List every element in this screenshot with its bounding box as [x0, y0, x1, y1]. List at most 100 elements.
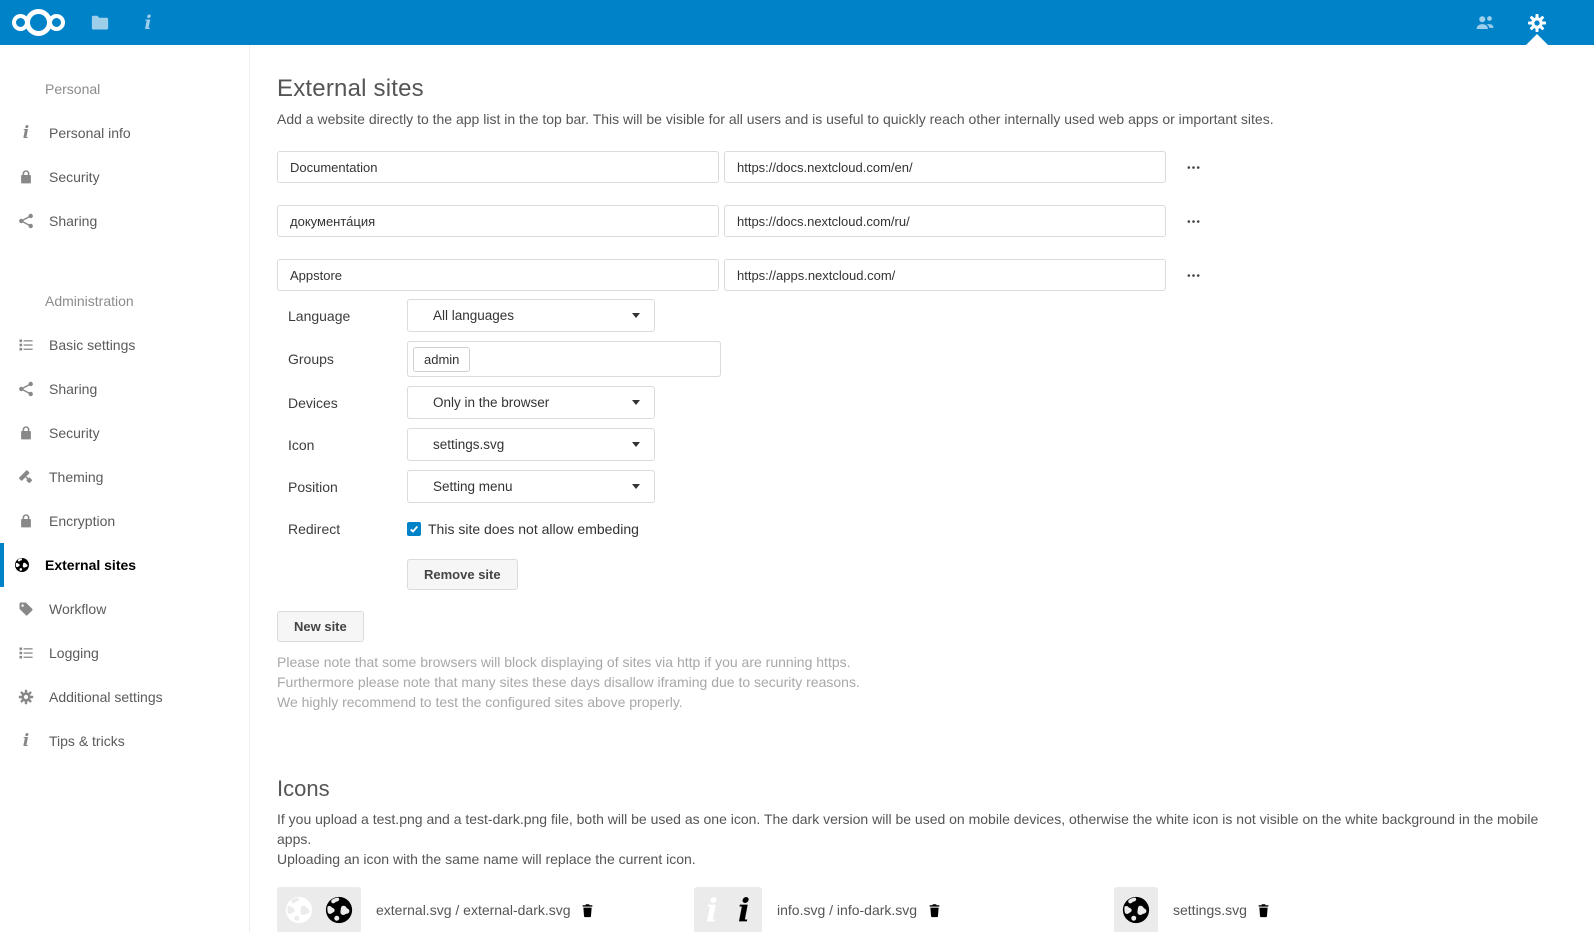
sidebar-item-label: Basic settings — [49, 337, 135, 353]
site-url-input[interactable] — [724, 205, 1166, 237]
sidebar-item-label: Encryption — [49, 513, 115, 529]
site-name-input[interactable] — [277, 151, 719, 183]
trash-icon[interactable] — [925, 901, 943, 919]
icon-preview-box — [277, 887, 361, 932]
lock-icon — [18, 169, 34, 185]
trash-icon[interactable] — [579, 901, 597, 919]
chevron-down-icon — [632, 442, 640, 447]
trash-icon[interactable] — [1255, 901, 1273, 919]
redirect-label: Redirect — [277, 521, 407, 537]
language-select[interactable]: All languages — [407, 299, 655, 332]
info-light-icon: i — [701, 893, 723, 927]
sidebar-item-personal-info[interactable]: i Personal info — [0, 111, 249, 155]
remove-site-button[interactable]: Remove site — [407, 559, 518, 590]
sidebar-item-external-sites[interactable]: External sites — [0, 543, 249, 587]
sidebar-item-logging[interactable]: Logging — [0, 631, 249, 675]
devices-select[interactable]: Only in the browser — [407, 386, 655, 419]
more-options-icon[interactable] — [1178, 260, 1208, 290]
icon-entry-external: external.svg / external-dark.svg — [277, 887, 694, 932]
language-label: Language — [277, 308, 407, 324]
icons-description-line: If you upload a test.png and a test-dark… — [277, 809, 1554, 849]
remove-site-row: Remove site — [277, 558, 1554, 591]
sidebar-item-tips-tricks[interactable]: i Tips & tricks — [0, 719, 249, 763]
icons-description-line: Uploading an icon with the same name wil… — [277, 849, 1554, 869]
globe-dark-icon — [324, 895, 354, 925]
sidebar-item-label: Additional settings — [49, 689, 163, 705]
group-chip[interactable]: admin — [413, 347, 470, 372]
site-detail-form: Language All languages Groups admin Devi… — [277, 299, 1554, 591]
icon-entry-label: info.svg / info-dark.svg — [777, 902, 917, 918]
contacts-icon[interactable] — [1474, 12, 1496, 34]
icons-section-description: If you upload a test.png and a test-dark… — [277, 809, 1554, 869]
redirect-checkbox-wrap[interactable]: This site does not allow embeding — [407, 521, 639, 537]
site-row — [277, 151, 1554, 183]
chevron-down-icon — [632, 400, 640, 405]
icon-select[interactable]: settings.svg — [407, 428, 655, 461]
header-app-list: i — [89, 12, 159, 34]
position-select-value: Setting menu — [433, 479, 513, 494]
list-icon — [18, 645, 34, 661]
header-right-controls — [1474, 0, 1594, 45]
position-label: Position — [277, 479, 407, 495]
sidebar-item-sharing-admin[interactable]: Sharing — [0, 367, 249, 411]
position-select[interactable]: Setting menu — [407, 470, 655, 503]
site-name-input[interactable] — [277, 205, 719, 237]
sidebar-item-theming[interactable]: Theming — [0, 455, 249, 499]
lock-icon — [18, 425, 34, 441]
sidebar-item-workflow[interactable]: Workflow — [0, 587, 249, 631]
note-line: Furthermore please note that many sites … — [277, 672, 1554, 692]
new-site-button[interactable]: New site — [277, 611, 364, 642]
sidebar-item-security-admin[interactable]: Security — [0, 411, 249, 455]
settings-menu — [1526, 0, 1548, 45]
icon-entry-label: external.svg / external-dark.svg — [376, 902, 571, 918]
redirect-checkbox-label: This site does not allow embeding — [428, 521, 639, 537]
site-row — [277, 205, 1554, 237]
files-folder-icon[interactable] — [89, 12, 111, 34]
sidebar-item-label: Workflow — [49, 601, 106, 617]
site-url-input[interactable] — [724, 151, 1166, 183]
sidebar-item-label: Sharing — [49, 381, 97, 397]
icon-entry-label: settings.svg — [1173, 902, 1247, 918]
active-app-pointer — [1526, 34, 1548, 45]
sidebar-item-label: Theming — [49, 469, 103, 485]
logo-circle — [25, 9, 52, 36]
more-options-icon[interactable] — [1178, 206, 1208, 236]
settings-gear-icon[interactable] — [1526, 12, 1548, 34]
chevron-down-icon — [632, 484, 640, 489]
sidebar-item-additional-settings[interactable]: Additional settings — [0, 675, 249, 719]
icon-preview-box: i i — [694, 887, 762, 932]
icon-entry-settings: settings.svg — [1114, 887, 1273, 932]
globe-icon — [14, 557, 30, 573]
position-field-row: Position Setting menu — [277, 470, 1554, 503]
list-icon — [18, 337, 34, 353]
site-url-input[interactable] — [724, 259, 1166, 291]
groups-input[interactable]: admin — [407, 341, 721, 377]
sidebar-item-encryption[interactable]: Encryption — [0, 499, 249, 543]
sidebar-item-security-personal[interactable]: Security — [0, 155, 249, 199]
groups-field-row: Groups admin — [277, 341, 1554, 377]
info-site-icon[interactable]: i — [137, 12, 159, 34]
sidebar-item-basic-settings[interactable]: Basic settings — [0, 323, 249, 367]
icons-section: Icons If you upload a test.png and a tes… — [277, 776, 1554, 932]
more-options-icon[interactable] — [1178, 152, 1208, 182]
external-sites-settings-panel: External sites Add a website directly to… — [250, 45, 1594, 932]
notes-block: Please note that some browsers will bloc… — [277, 652, 1554, 712]
groups-label: Groups — [277, 351, 407, 367]
icons-section-title: Icons — [277, 776, 1554, 802]
nextcloud-logo[interactable] — [12, 9, 65, 36]
share-icon — [18, 381, 34, 397]
settings-sidebar: Personal i Personal info Security Sharin… — [0, 45, 250, 932]
site-row — [277, 259, 1554, 291]
icon-label: Icon — [277, 437, 407, 453]
note-line: Please note that some browsers will bloc… — [277, 652, 1554, 672]
sidebar-item-label: Personal info — [49, 125, 131, 141]
redirect-checkbox[interactable] — [407, 522, 421, 536]
note-line: We highly recommend to test the configur… — [277, 692, 1554, 712]
sidebar-item-label: Sharing — [49, 213, 97, 229]
uploaded-icons-list: external.svg / external-dark.svg i i inf… — [277, 887, 1554, 932]
devices-field-row: Devices Only in the browser — [277, 386, 1554, 419]
sidebar-item-sharing-personal[interactable]: Sharing — [0, 199, 249, 243]
site-name-input[interactable] — [277, 259, 719, 291]
devices-label: Devices — [277, 395, 407, 411]
page-subtitle: Add a website directly to the app list i… — [277, 111, 1554, 127]
